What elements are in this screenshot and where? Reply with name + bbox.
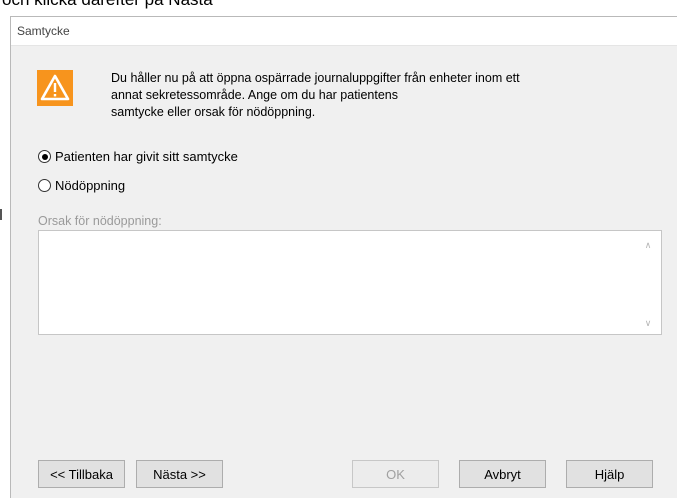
- radio-label-consent[interactable]: Patienten har givit sitt samtycke: [55, 149, 238, 164]
- dialog-titlebar: Samtycke: [11, 17, 677, 46]
- message-line: samtycke eller orsak för nödöppning.: [111, 105, 316, 119]
- reason-textarea[interactable]: [38, 230, 662, 335]
- back-button[interactable]: << Tillbaka: [38, 460, 125, 488]
- background-edge-mark: [0, 209, 2, 220]
- help-button[interactable]: Hjälp: [566, 460, 653, 488]
- message-line: annat sekretessområde. Ange om du har pa…: [111, 88, 398, 102]
- background-instruction-text: och klicka därefter på Nästa: [2, 0, 213, 10]
- radio-label-emergency[interactable]: Nödöppning: [55, 178, 125, 193]
- scroll-down-icon[interactable]: ∨: [643, 318, 653, 328]
- cancel-button[interactable]: Avbryt: [459, 460, 546, 488]
- warning-icon: [37, 70, 73, 106]
- ok-button[interactable]: OK: [352, 460, 439, 488]
- radio-patient-consent[interactable]: Patienten har givit sitt samtycke: [38, 149, 238, 164]
- radio-button-checked[interactable]: [38, 150, 51, 163]
- message-line: Du håller nu på att öppna ospärrade jour…: [111, 71, 520, 85]
- dialog-title: Samtycke: [17, 24, 70, 38]
- radio-emergency-opening[interactable]: Nödöppning: [38, 178, 125, 193]
- reason-label: Orsak för nödöppning:: [38, 214, 162, 228]
- next-button[interactable]: Nästa >>: [136, 460, 223, 488]
- scroll-up-icon[interactable]: ∧: [643, 240, 653, 250]
- consent-dialog: Samtycke Du håller nu på att öppna ospär…: [10, 16, 677, 498]
- radio-button-unchecked[interactable]: [38, 179, 51, 192]
- warning-message: Du håller nu på att öppna ospärrade jour…: [111, 70, 651, 121]
